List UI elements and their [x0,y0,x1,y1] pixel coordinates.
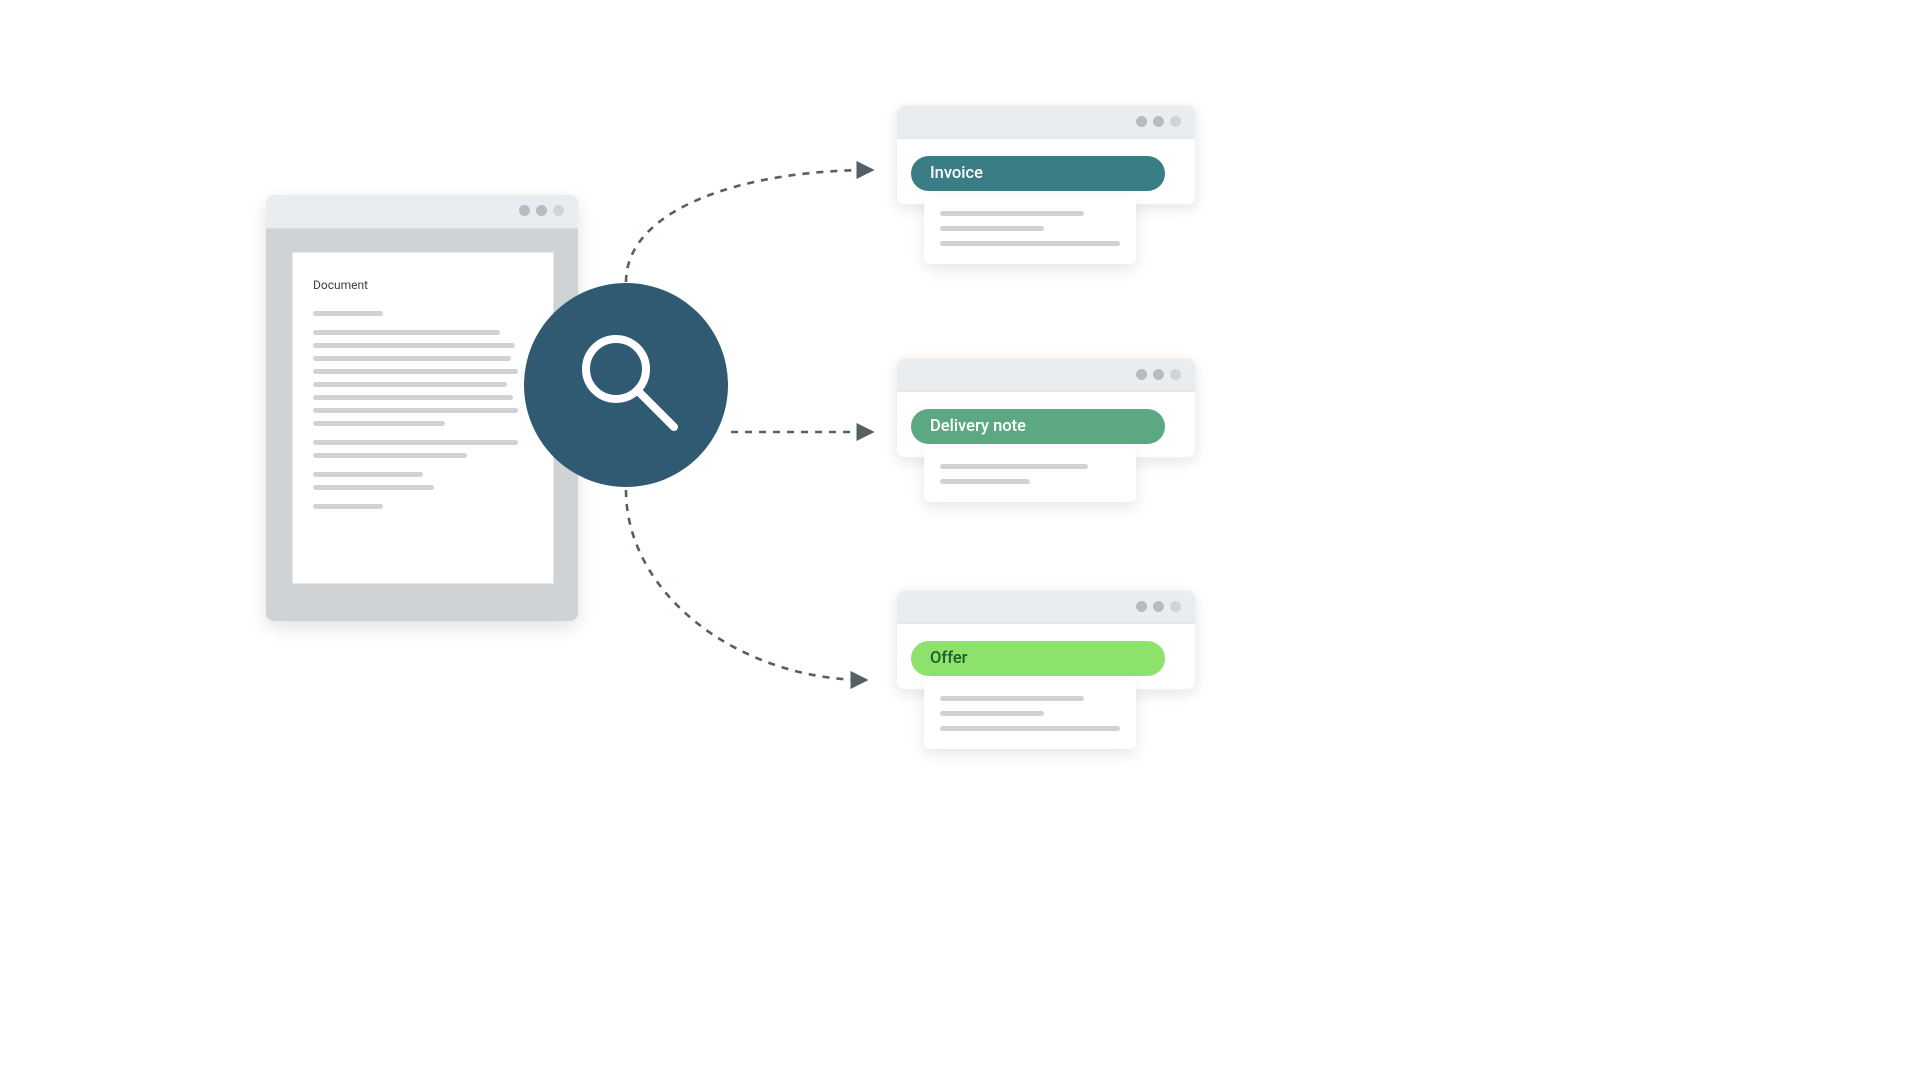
document-title: Document [313,278,368,292]
result-card: Invoice [896,105,1194,205]
result-window-titlebar [897,591,1195,624]
result-snippet [924,680,1136,749]
result-category-pill: Offer [911,641,1165,676]
result-window-frame: Delivery note [896,358,1196,458]
result-card: Offer [896,590,1194,690]
result-snippet [924,195,1136,264]
traffic-light-dots-icon [1136,369,1181,380]
result-window-titlebar [897,106,1195,139]
result-category-pill: Invoice [911,156,1165,191]
result-card: Delivery note [896,358,1194,458]
magnifier-circle [524,283,728,487]
result-snippet [924,448,1136,502]
traffic-light-dots-icon [519,205,564,216]
result-window-titlebar [897,359,1195,392]
traffic-light-dots-icon [1136,116,1181,127]
source-window-titlebar [266,195,578,229]
diagram-stage: Document Inv [0,0,1440,820]
document-page: Document [292,252,554,584]
document-body-lines [313,311,533,517]
traffic-light-dots-icon [1136,601,1181,612]
magnifying-glass-icon [576,329,686,439]
result-category-pill: Delivery note [911,409,1165,444]
result-window-frame: Invoice [896,105,1196,205]
result-window-frame: Offer [896,590,1196,690]
